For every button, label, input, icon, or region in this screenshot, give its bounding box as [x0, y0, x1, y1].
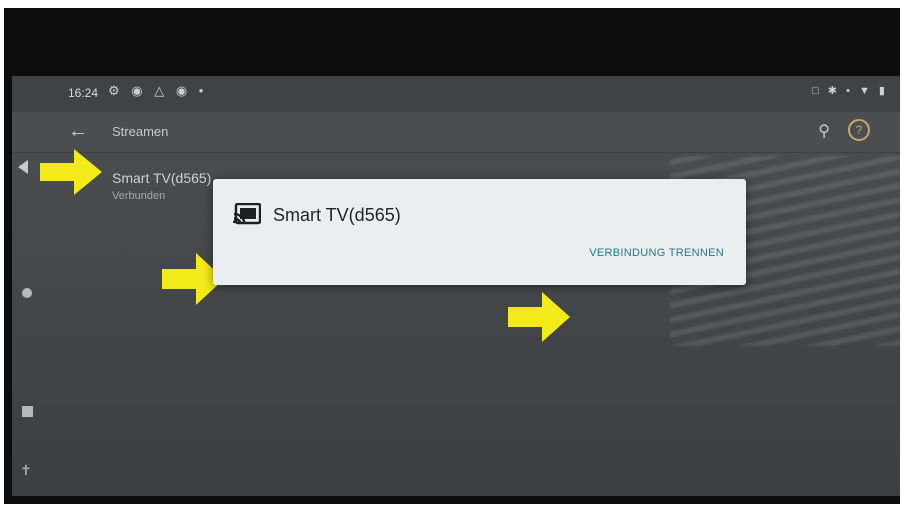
page-title: Streamen: [112, 124, 169, 139]
nav-home-icon[interactable]: [22, 288, 32, 298]
status-bar: 16:24 ⚙ ◉ △ ◉ • □ ✱ • ▼ ▮: [12, 76, 900, 112]
status-time: 16:24: [68, 86, 99, 100]
search-icon[interactable]: ⚲: [818, 121, 830, 141]
accessibility-icon[interactable]: ✝: [20, 462, 32, 479]
device-status: Verbunden: [112, 190, 166, 202]
cast-icon: [233, 203, 261, 225]
annotation-arrow-disconnect: [508, 292, 570, 342]
photo-frame: 16:24 ⚙ ◉ △ ◉ • □ ✱ • ▼ ▮ ← Streamen ⚲ ?…: [0, 0, 902, 513]
tablet-screen: 16:24 ⚙ ◉ △ ◉ • □ ✱ • ▼ ▮ ← Streamen ⚲ ?…: [12, 76, 900, 496]
help-icon[interactable]: ?: [848, 119, 870, 141]
system-icons: □ ✱ • ▼ ▮: [812, 85, 888, 97]
back-arrow-icon[interactable]: ←: [68, 120, 88, 143]
annotation-arrow-device: [40, 149, 102, 195]
device-name: Smart TV(d565): [112, 170, 212, 186]
disconnect-button[interactable]: VERBINDUNG TRENNEN: [589, 247, 724, 259]
nav-back-icon[interactable]: [18, 160, 28, 174]
nav-recents-icon[interactable]: [22, 406, 33, 417]
app-bar: ← Streamen ⚲ ?: [12, 112, 900, 153]
tablet-bezel: 16:24 ⚙ ◉ △ ◉ • □ ✱ • ▼ ▮ ← Streamen ⚲ ?…: [4, 8, 900, 504]
notification-icons: ⚙ ◉ △ ◉ •: [108, 83, 208, 98]
dialog-title: Smart TV(d565): [273, 205, 401, 225]
cast-dialog: Smart TV(d565) VERBINDUNG TRENNEN: [213, 179, 746, 285]
